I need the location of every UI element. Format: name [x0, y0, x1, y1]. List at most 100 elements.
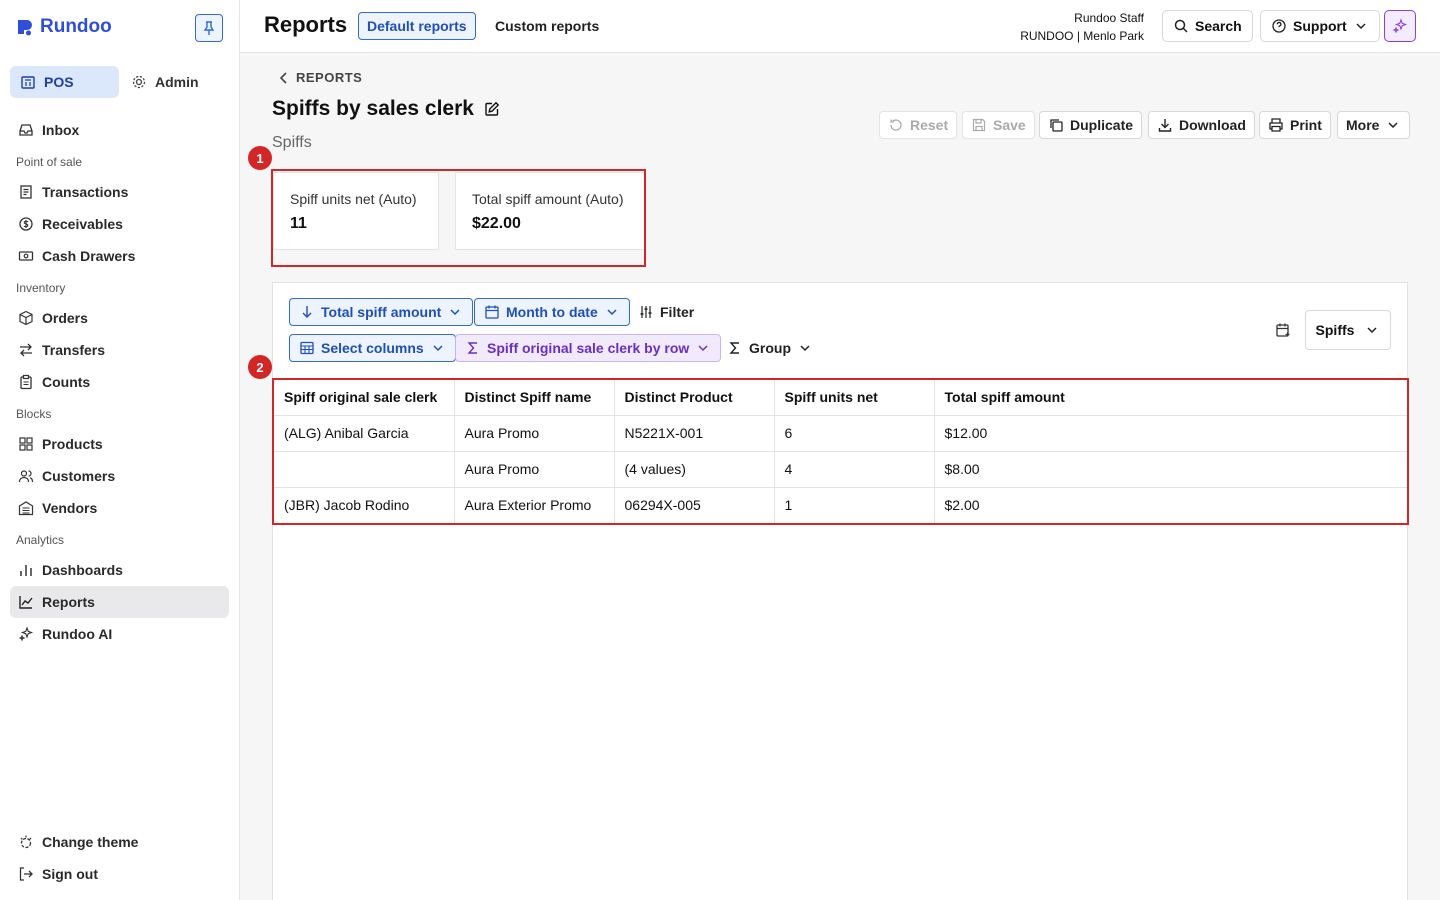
- admin-mode-label: Admin: [155, 74, 199, 90]
- user-store-info: Rundoo Staff RUNDOO | Menlo Park: [1020, 9, 1144, 45]
- sidebar-item-receivables[interactable]: Receivables: [10, 208, 229, 240]
- sidebar-item-label: Customers: [42, 468, 116, 484]
- tab-custom-reports[interactable]: Custom reports: [487, 12, 607, 40]
- download-label: Download: [1179, 117, 1246, 133]
- edit-icon[interactable]: [484, 99, 500, 119]
- sidebar-item-label: Vendors: [42, 500, 98, 516]
- inbox-icon: [19, 124, 33, 136]
- sidebar-item-label: Transfers: [42, 342, 106, 358]
- users-icon: [18, 470, 34, 483]
- date-range-label: Month to date: [506, 304, 598, 320]
- calendar-add-icon[interactable]: [1275, 322, 1291, 338]
- group-by-label: Spiff original sale clerk by row: [487, 340, 690, 356]
- print-label: Print: [1290, 117, 1322, 133]
- line-chart-icon: [19, 596, 33, 609]
- sort-chip[interactable]: Total spiff amount: [289, 298, 474, 326]
- chevron-down-icon: [698, 345, 708, 352]
- sparkles-icon: [1392, 18, 1408, 34]
- print-button[interactable]: Print: [1259, 111, 1331, 139]
- filter-label: Filter: [660, 304, 695, 320]
- sidebar-item-orders[interactable]: Orders: [10, 302, 229, 334]
- pos-mode-label: POS: [44, 74, 74, 90]
- tab-default-reports[interactable]: Default reports: [358, 12, 476, 40]
- change-theme-button[interactable]: Change theme: [10, 826, 229, 858]
- grid-icon: [19, 437, 33, 451]
- change-theme-label: Change theme: [42, 834, 139, 850]
- annotation-box-1: [271, 169, 646, 267]
- rundoo-logo[interactable]: Rundoo: [16, 16, 112, 38]
- chevron-down-icon: [800, 345, 810, 352]
- sidebar-item-label: Reports: [42, 594, 95, 610]
- annotation-badge-1: 1: [248, 146, 272, 170]
- report-panel: Total spiff amount Month to date Filter …: [272, 282, 1408, 900]
- search-button[interactable]: Search: [1162, 10, 1253, 42]
- support-button[interactable]: Support: [1260, 10, 1380, 42]
- rundoo-ai-button[interactable]: [1384, 10, 1416, 42]
- duplicate-button[interactable]: Duplicate: [1039, 111, 1143, 139]
- group-label: Group: [749, 340, 791, 356]
- reset-button[interactable]: Reset: [879, 111, 958, 139]
- sliders-icon: [640, 306, 652, 318]
- sidebar-item-vendors[interactable]: Vendors: [10, 492, 229, 524]
- theme-icon: [20, 835, 32, 849]
- top-bar: Reports Default reports Custom reports R…: [240, 0, 1440, 53]
- pos-mode-button[interactable]: POS: [10, 66, 119, 98]
- sign-out-label: Sign out: [42, 866, 98, 882]
- download-button[interactable]: Download: [1148, 111, 1255, 139]
- sidebar-item-dashboards[interactable]: Dashboards: [10, 554, 229, 586]
- reset-label: Reset: [910, 117, 949, 133]
- save-button[interactable]: Save: [962, 111, 1035, 139]
- sidebar-item-label: Orders: [42, 310, 88, 326]
- filter-button[interactable]: Filter: [629, 298, 703, 326]
- save-icon: [972, 118, 986, 132]
- sidebar-item-products[interactable]: Products: [10, 428, 229, 460]
- admin-mode-button[interactable]: Admin: [121, 66, 231, 98]
- sidebar-item-customers[interactable]: Customers: [10, 460, 229, 492]
- section-blocks: Blocks: [16, 407, 52, 421]
- report-title: Spiffs by sales clerk: [272, 97, 474, 120]
- chevron-down-icon: [1356, 23, 1366, 30]
- sidebar-item-reports[interactable]: Reports: [10, 586, 229, 618]
- search-icon: [1174, 19, 1188, 33]
- sidebar-item-counts[interactable]: Counts: [10, 366, 229, 398]
- annotation-box-2: [272, 378, 1409, 525]
- sidebar-item-transfers[interactable]: Transfers: [10, 334, 229, 366]
- section-point-of-sale: Point of sale: [16, 155, 83, 169]
- pin-sidebar-button[interactable]: [195, 14, 223, 42]
- chevron-left-icon: [279, 71, 287, 84]
- rundoo-logo-icon: [18, 20, 32, 36]
- copy-icon: [1050, 119, 1063, 132]
- breadcrumb[interactable]: REPORTS: [276, 70, 362, 85]
- transfer-arrows-icon: [20, 343, 32, 357]
- chevron-down-icon: [1367, 327, 1377, 334]
- sidebar-item-inbox[interactable]: Inbox: [10, 114, 229, 146]
- sidebar-item-rundoo-ai[interactable]: Rundoo AI: [10, 618, 229, 650]
- group-by-chip[interactable]: Spiff original sale clerk by row: [455, 334, 722, 362]
- download-icon: [1158, 119, 1172, 132]
- arrow-down-icon: [302, 306, 312, 318]
- mode-switcher: POS Admin: [10, 66, 231, 98]
- gear-icon: [132, 75, 146, 89]
- clipboard-icon: [20, 374, 32, 390]
- group-button[interactable]: Group: [718, 334, 822, 362]
- printer-icon: [1269, 118, 1283, 132]
- sign-out-button[interactable]: Sign out: [10, 858, 229, 890]
- sidebar-item-label: Transactions: [42, 184, 129, 200]
- sidebar-item-label: Inbox: [42, 122, 80, 138]
- sidebar: Rundoo POS Admin Inbox Point of sale Tra…: [0, 0, 240, 900]
- more-button[interactable]: More: [1337, 111, 1411, 139]
- date-range-chip[interactable]: Month to date: [474, 298, 630, 326]
- sidebar-item-transactions[interactable]: Transactions: [10, 176, 229, 208]
- help-circle-icon: [1272, 19, 1286, 33]
- select-columns-chip[interactable]: Select columns: [289, 334, 456, 362]
- view-select[interactable]: Spiffs: [1305, 310, 1391, 350]
- sidebar-item-cash-drawers[interactable]: Cash Drawers: [10, 240, 229, 272]
- chevron-down-icon: [433, 345, 443, 352]
- chevron-down-icon: [1388, 122, 1398, 129]
- report-subtitle: Spiffs: [272, 134, 312, 151]
- sidebar-item-label: Counts: [42, 374, 91, 390]
- sidebar-nav: Inbox Point of sale Transactions Receiva…: [10, 114, 229, 650]
- sidebar-item-label: Cash Drawers: [42, 248, 136, 264]
- cash-icon: [18, 251, 34, 261]
- receipt-icon: [20, 185, 32, 199]
